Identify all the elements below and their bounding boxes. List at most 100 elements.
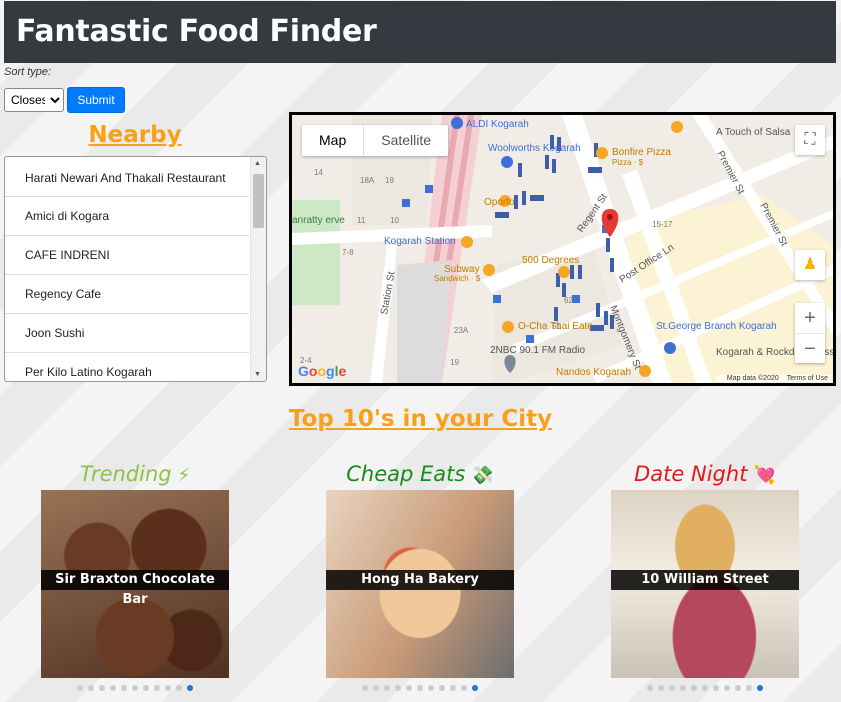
top10-card-cheap-eats: Cheap Eats 💸 Hong Ha Bakery (326, 460, 514, 691)
zoom-out-icon[interactable]: − (795, 334, 825, 364)
map-type-control[interactable]: Map Satellite (302, 125, 449, 156)
nearby-title[interactable]: Nearby (5, 122, 265, 148)
map-label-bonfire-sub: Pizza · $ (612, 158, 644, 167)
sort-type-label: Sort type: (4, 66, 52, 78)
carousel-dot[interactable] (647, 685, 653, 691)
carousel-dot[interactable] (406, 685, 412, 691)
card-caption[interactable]: Sir Braxton Chocolate Bar (41, 570, 229, 607)
svg-text:19: 19 (385, 176, 394, 185)
pegman-icon[interactable]: ♟ (795, 250, 825, 280)
scroll-down-arrow-icon[interactable]: ▼ (254, 371, 261, 378)
svg-text:23A: 23A (454, 326, 469, 335)
svg-text:62: 62 (564, 296, 573, 305)
card-image[interactable]: Hong Ha Bakery (326, 490, 514, 678)
scroll-up-arrow-icon[interactable]: ▲ (254, 160, 261, 167)
carousel-dot-active[interactable] (187, 685, 193, 691)
carousel-dot[interactable] (176, 685, 182, 691)
sort-type-select[interactable]: Closest (4, 88, 64, 112)
carousel-dot[interactable] (384, 685, 390, 691)
card-title-text: Date Night (634, 462, 748, 486)
carousel-dot[interactable] (691, 685, 697, 691)
carousel-dot[interactable] (88, 685, 94, 691)
card-image[interactable]: Sir Braxton Chocolate Bar (41, 490, 229, 678)
card-title: Date Night 💘 (611, 460, 799, 488)
card-title: Cheap Eats 💸 (326, 460, 514, 488)
carousel-dot-active[interactable] (757, 685, 763, 691)
terms-of-use-link[interactable]: Terms of Use (787, 375, 828, 382)
carousel-dot[interactable] (702, 685, 708, 691)
zoom-control[interactable]: + − (795, 303, 825, 363)
svg-text:18A: 18A (360, 176, 375, 185)
map-label-aldi: ALDI Kogarah (466, 119, 529, 130)
carousel-dot[interactable] (154, 685, 160, 691)
app-header: Fantastic Food Finder (4, 1, 836, 63)
carousel-dots[interactable] (326, 685, 514, 691)
nearby-item[interactable]: Harati Newari And Thakali Restaurant (5, 157, 249, 197)
carousel-dot[interactable] (439, 685, 445, 691)
money-icon: 💸 (471, 465, 494, 486)
top10-card-trending: Trending ⚡ Sir Braxton Chocolate Bar (41, 460, 229, 691)
carousel-dot[interactable] (669, 685, 675, 691)
carousel-dot[interactable] (395, 685, 401, 691)
map-label-nandos: Nandos Kogarah (556, 367, 631, 378)
carousel-dot[interactable] (362, 685, 368, 691)
carousel-dot[interactable] (735, 685, 741, 691)
nearby-item[interactable]: Per Kilo Latino Kogarah (5, 353, 249, 381)
carousel-dot[interactable] (165, 685, 171, 691)
carousel-dot[interactable] (99, 685, 105, 691)
carousel-dot[interactable] (110, 685, 116, 691)
carousel-dot-active[interactable] (472, 685, 478, 691)
zoom-in-icon[interactable]: + (795, 303, 825, 334)
map-label-oporto: Oporto (484, 197, 515, 208)
map-credits: Map data ©2020 Terms of Use (715, 375, 831, 382)
svg-text:10: 10 (390, 216, 399, 225)
map-label-station: Kogarah Station (384, 236, 456, 247)
carousel-dots[interactable] (41, 685, 229, 691)
nearby-scrollbar[interactable]: ▲ ▼ (250, 157, 266, 381)
nearby-item[interactable]: Amici di Kogara (5, 197, 249, 236)
carousel-dot[interactable] (77, 685, 83, 691)
map-label-touch: A Touch of Salsa (716, 127, 791, 138)
carousel-dot[interactable] (746, 685, 752, 691)
carousel-dot[interactable] (680, 685, 686, 691)
carousel-dot[interactable] (373, 685, 379, 691)
carousel-dots[interactable] (611, 685, 799, 691)
carousel-dot[interactable] (450, 685, 456, 691)
carousel-dot[interactable] (658, 685, 664, 691)
carousel-dot[interactable] (724, 685, 730, 691)
carousel-dot[interactable] (461, 685, 467, 691)
top10-title[interactable]: Top 10's in your City (0, 406, 841, 432)
scroll-thumb[interactable] (253, 174, 264, 228)
card-title: Trending ⚡ (41, 460, 229, 488)
map-view[interactable]: 18A 19 14 11 10 7-8 23A 19 15-17 62 2-4 51 ALDI … (289, 112, 836, 386)
map-label-reserve: anratty erve (292, 215, 345, 226)
nearby-item[interactable]: Joon Sushi (5, 314, 249, 353)
map-type-satellite-button[interactable]: Satellite (364, 125, 448, 156)
svg-text:11: 11 (357, 216, 366, 225)
map-label-bonfire: Bonfire Pizza (612, 147, 671, 158)
card-caption[interactable]: Hong Ha Bakery (326, 570, 514, 590)
card-title-text: Cheap Eats (346, 462, 466, 486)
map-data-label: Map data ©2020 (726, 375, 779, 382)
map-label-subway-sub: Sandwich · $ (434, 274, 481, 283)
card-image[interactable]: 10 William Street (611, 490, 799, 678)
map-label-degrees: 500 Degrees (522, 255, 579, 266)
lightning-icon: ⚡ (177, 465, 191, 486)
carousel-dot[interactable] (417, 685, 423, 691)
top10-card-date-night: Date Night 💘 10 William Street (611, 460, 799, 691)
map-type-map-button[interactable]: Map (302, 125, 365, 156)
svg-text:19: 19 (450, 358, 459, 367)
map-label-woolworths: Woolworths Kogarah (488, 143, 581, 154)
card-caption[interactable]: 10 William Street (611, 570, 799, 590)
nearby-item[interactable]: Regency Cafe (5, 275, 249, 314)
carousel-dot[interactable] (713, 685, 719, 691)
map-label-radio: 2NBC 90.1 FM Radio (490, 345, 585, 356)
nearby-list[interactable]: Harati Newari And Thakali Restaurant Ami… (4, 156, 267, 382)
carousel-dot[interactable] (121, 685, 127, 691)
nearby-item[interactable]: CAFE INDRENI (5, 236, 249, 275)
carousel-dot[interactable] (428, 685, 434, 691)
fullscreen-icon[interactable]: ⛶ (795, 125, 825, 155)
carousel-dot[interactable] (143, 685, 149, 691)
carousel-dot[interactable] (132, 685, 138, 691)
submit-button[interactable]: Submit (67, 87, 125, 113)
